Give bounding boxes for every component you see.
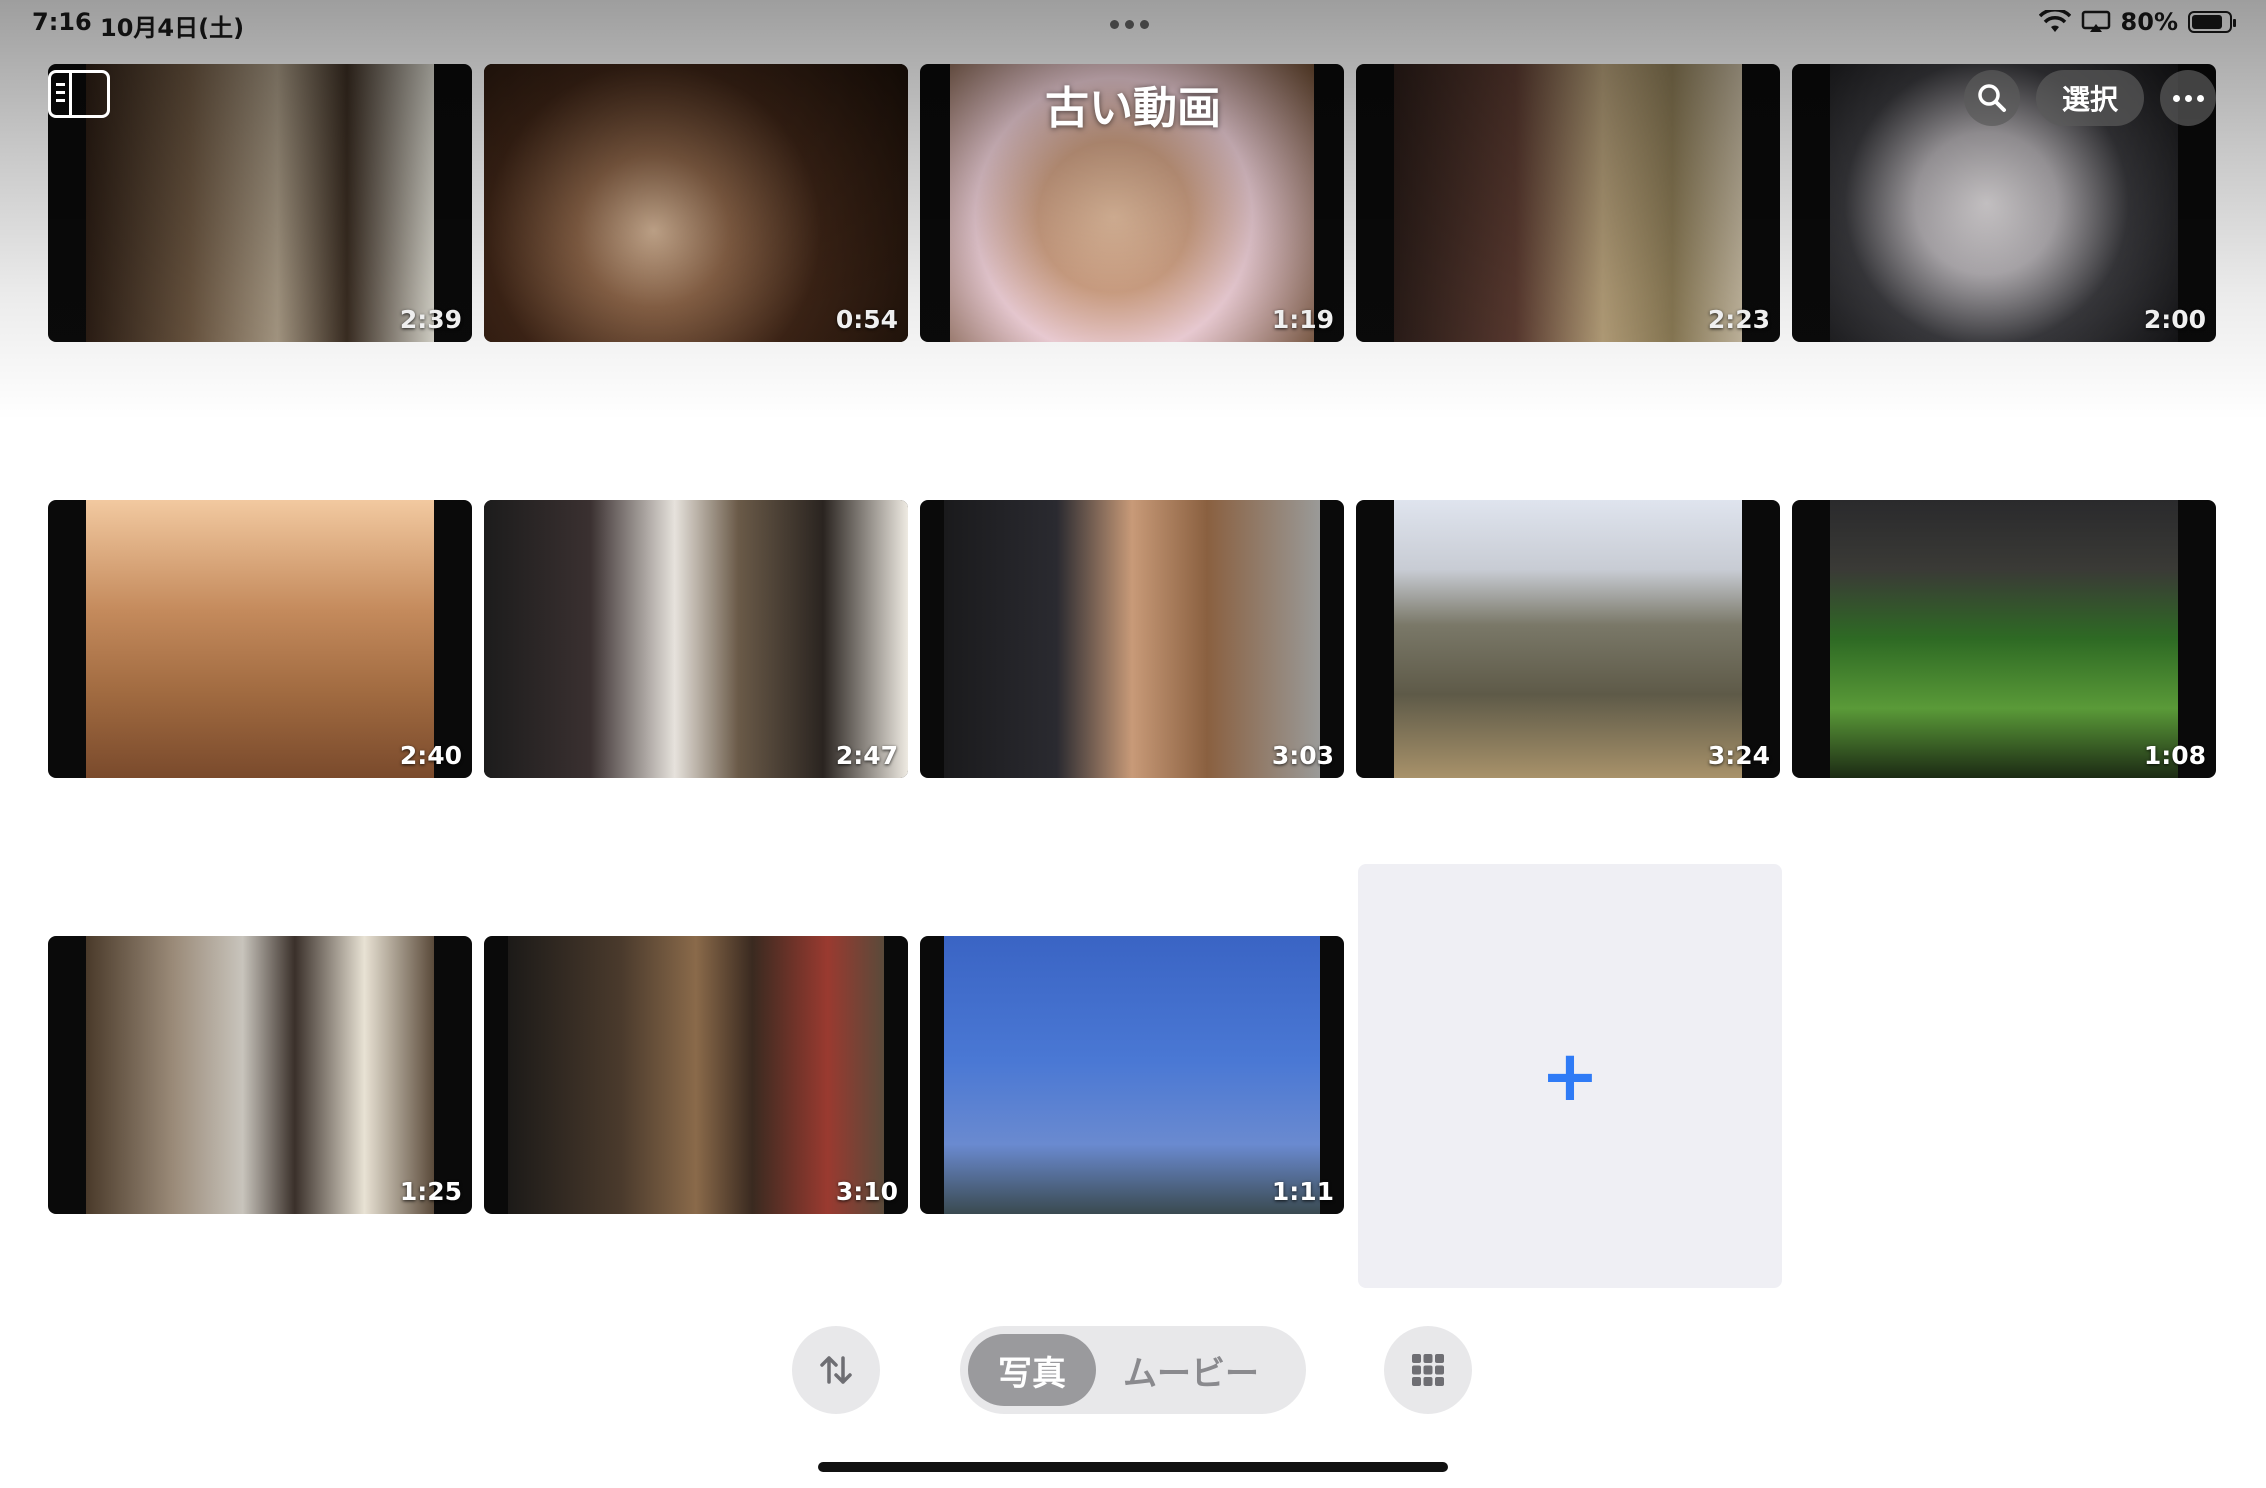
media-type-segmented-control: 写真 ムービー bbox=[960, 1326, 1306, 1414]
album-title: 古い動画 bbox=[1045, 83, 1221, 134]
select-button[interactable]: 選択 bbox=[2035, 70, 2144, 126]
video-thumbnail[interactable]: 1:08 bbox=[1792, 500, 2216, 778]
video-duration: 2:40 bbox=[399, 741, 462, 770]
search-button[interactable] bbox=[1963, 70, 2020, 126]
status-date: 10月4日(土) bbox=[100, 14, 245, 42]
screen-mirroring-icon bbox=[2081, 10, 2110, 32]
status-bar: 7:16 10月4日(土) 80% bbox=[0, 0, 2266, 50]
battery-icon bbox=[2188, 11, 2236, 33]
video-duration: 1:25 bbox=[399, 1177, 462, 1206]
video-duration: 3:24 bbox=[1707, 741, 1770, 770]
wifi-icon bbox=[2038, 10, 2071, 32]
sort-button[interactable] bbox=[792, 1326, 880, 1414]
search-icon bbox=[1978, 84, 2006, 112]
grid-icon bbox=[1412, 1354, 1444, 1386]
battery-percent: 80% bbox=[2120, 8, 2178, 36]
video-duration: 2:39 bbox=[399, 305, 462, 334]
status-time: 7:16 bbox=[32, 8, 92, 36]
more-button[interactable] bbox=[2160, 70, 2216, 126]
video-duration: 2:23 bbox=[1707, 305, 1770, 334]
bottom-toolbar: 写真 ムービー bbox=[0, 1326, 2266, 1416]
video-duration: 1:19 bbox=[1271, 305, 1334, 334]
add-video-tile[interactable]: + bbox=[1358, 864, 1782, 1288]
plus-icon: + bbox=[1540, 1035, 1600, 1117]
video-thumbnail[interactable]: 1:11 bbox=[920, 936, 1344, 1214]
video-duration: 1:08 bbox=[2143, 741, 2206, 770]
video-thumbnail[interactable]: 3:24 bbox=[1356, 500, 1780, 778]
sort-arrows-icon bbox=[820, 1356, 852, 1384]
video-duration: 2:00 bbox=[2143, 305, 2206, 334]
home-indicator[interactable] bbox=[818, 1462, 1448, 1472]
ellipsis-icon bbox=[2172, 94, 2204, 102]
segment-photos[interactable]: 写真 bbox=[968, 1334, 1096, 1406]
video-duration: 2:47 bbox=[835, 741, 898, 770]
video-thumbnail[interactable]: 1:25 bbox=[48, 936, 472, 1214]
video-duration: 3:10 bbox=[835, 1177, 898, 1206]
video-duration: 1:11 bbox=[1271, 1177, 1334, 1206]
video-duration: 0:54 bbox=[835, 305, 898, 334]
video-thumbnail[interactable]: 2:40 bbox=[48, 500, 472, 778]
video-thumbnail[interactable]: 3:10 bbox=[484, 936, 908, 1214]
video-thumbnail[interactable]: 2:47 bbox=[484, 500, 908, 778]
video-grid: 2:39 0:54 1:19 2:23 2:00 2:40 2:47 3:03 … bbox=[48, 64, 2224, 1294]
video-thumbnail[interactable]: 3:03 bbox=[920, 500, 1344, 778]
multitasking-dots-icon[interactable] bbox=[1110, 20, 1149, 29]
video-duration: 3:03 bbox=[1271, 741, 1334, 770]
grid-view-button[interactable] bbox=[1384, 1326, 1472, 1414]
segment-movies[interactable]: ムービー bbox=[1096, 1334, 1286, 1406]
